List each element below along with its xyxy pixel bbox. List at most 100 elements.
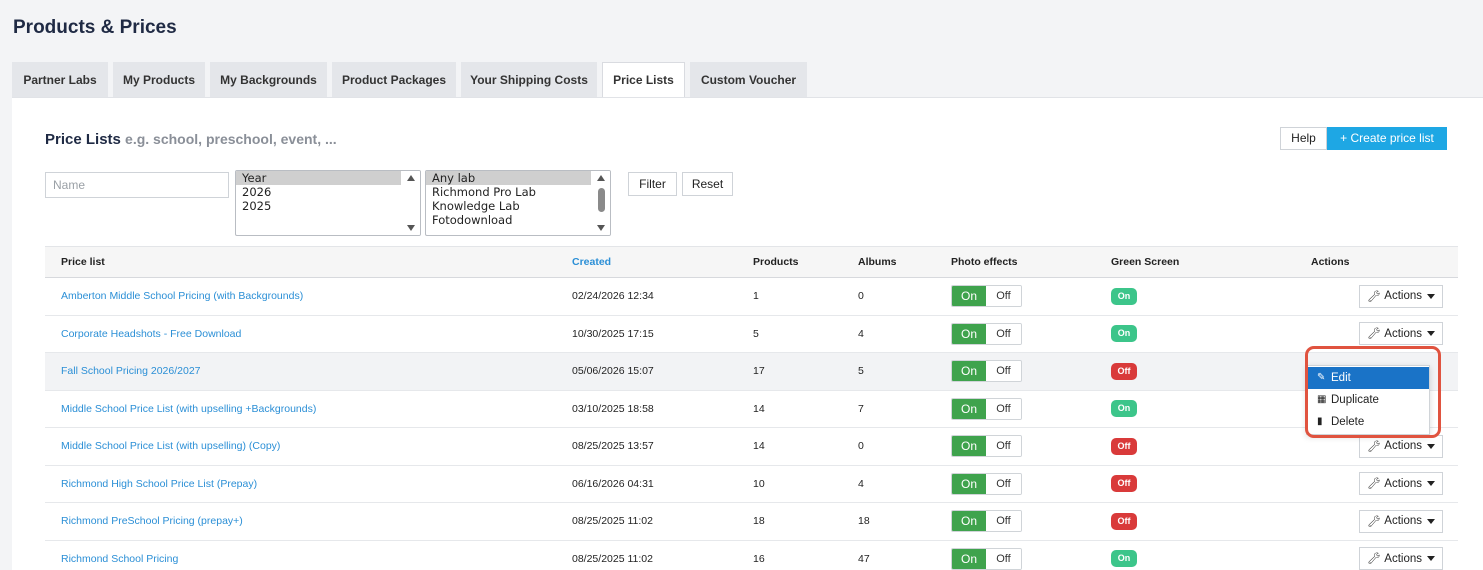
price-list-name-cell: Middle School Price List (with upselling…	[45, 427, 572, 466]
reset-button[interactable]: Reset	[682, 172, 733, 196]
year-option[interactable]: 2025	[236, 199, 420, 213]
photo-effects-toggle[interactable]: On Off	[951, 547, 1022, 570]
green-screen-badge[interactable]: Off	[1111, 512, 1137, 530]
photo-effects-toggle[interactable]: On Off	[951, 510, 1022, 533]
photo-effects-cell: On Off	[951, 352, 1111, 391]
photo-effects-toggle[interactable]: On Off	[951, 285, 1022, 308]
table-row: Middle School Price List (with upselling…	[45, 390, 1458, 428]
products-cell: 10	[753, 465, 858, 503]
toggle-off[interactable]: Off	[986, 323, 1021, 344]
products-cell: 1	[753, 277, 858, 316]
toggle-off[interactable]: Off	[986, 548, 1021, 569]
green-screen-badge[interactable]: On	[1111, 550, 1137, 568]
price-list-name-cell: Amberton Middle School Pricing (with Bac…	[45, 277, 572, 316]
name-filter-input[interactable]	[45, 172, 229, 198]
green-screen-cell: Off	[1111, 352, 1311, 391]
help-button[interactable]: Help	[1280, 127, 1327, 150]
albums-cell: 7	[858, 390, 951, 428]
filter-button[interactable]: Filter	[628, 172, 677, 196]
year-listbox[interactable]: Year 2026 2025	[235, 170, 421, 236]
toggle-on[interactable]: On	[952, 473, 986, 494]
price-list-link[interactable]: Corporate Headshots - Free Download	[61, 328, 241, 340]
green-screen-badge[interactable]: On	[1111, 325, 1137, 343]
created-cell: 10/30/2025 17:15	[572, 315, 753, 353]
products-cell: 14	[753, 390, 858, 428]
price-list-link[interactable]: Richmond School Pricing	[61, 553, 178, 565]
green-screen-cell: Off	[1111, 502, 1311, 541]
tab-price-lists[interactable]: Price Lists	[602, 62, 685, 98]
green-screen-badge[interactable]: On	[1111, 400, 1137, 418]
toggle-off[interactable]: Off	[986, 398, 1021, 419]
actions-button[interactable]: 🔧︎ Actions	[1359, 472, 1443, 496]
toggle-on[interactable]: On	[952, 548, 986, 569]
green-screen-badge[interactable]: Off	[1111, 475, 1137, 493]
products-cell: 17	[753, 352, 858, 391]
toggle-off[interactable]: Off	[986, 511, 1021, 532]
caret-down-icon	[1427, 293, 1435, 299]
content-panel: Price Lists e.g. school, preschool, even…	[12, 97, 1483, 570]
photo-effects-toggle[interactable]: On Off	[951, 322, 1022, 345]
photo-effects-toggle[interactable]: On Off	[951, 472, 1022, 495]
tab-custom-voucher[interactable]: Custom Voucher	[690, 62, 807, 97]
green-screen-badge[interactable]: Off	[1111, 437, 1137, 455]
col-price-list: Price list	[45, 246, 572, 278]
lab-listbox[interactable]: Any lab Richmond Pro Lab Knowledge Lab F…	[425, 170, 611, 236]
price-list-link[interactable]: Richmond High School Price List (Prepay)	[61, 478, 257, 490]
toggle-off[interactable]: Off	[986, 286, 1021, 307]
wrench-icon: 🔧︎	[1367, 440, 1382, 453]
toggle-off[interactable]: Off	[986, 436, 1021, 457]
photo-effects-toggle[interactable]: On Off	[951, 397, 1022, 420]
create-price-list-button[interactable]: + Create price list	[1327, 127, 1447, 150]
green-screen-cell: Off	[1111, 465, 1311, 503]
price-list-link[interactable]: Fall School Pricing 2026/2027	[61, 365, 201, 377]
price-list-name-cell: Fall School Pricing 2026/2027	[45, 352, 572, 391]
lab-scrollbar[interactable]	[593, 171, 610, 235]
photo-effects-cell: On Off	[951, 540, 1111, 570]
toggle-off[interactable]: Off	[986, 361, 1021, 382]
photo-effects-toggle[interactable]: On Off	[951, 435, 1022, 458]
toggle-on[interactable]: On	[952, 436, 986, 457]
actions-button[interactable]: 🔧︎ Actions	[1359, 284, 1443, 308]
year-scrollbar[interactable]	[403, 171, 420, 235]
lab-option[interactable]: Any lab	[426, 171, 591, 185]
actions-label: Actions	[1384, 440, 1422, 453]
year-option[interactable]: Year	[236, 171, 401, 185]
price-list-link[interactable]: Richmond PreSchool Pricing (prepay+)	[61, 515, 243, 527]
price-list-link[interactable]: Amberton Middle School Pricing (with Bac…	[61, 290, 303, 302]
table-header-row: Price list Created Products Albums Photo…	[45, 246, 1458, 278]
toggle-on[interactable]: On	[952, 361, 986, 382]
actions-button[interactable]: 🔧︎ Actions	[1359, 434, 1443, 458]
photo-effects-toggle[interactable]: On Off	[951, 360, 1022, 383]
toggle-on[interactable]: On	[952, 323, 986, 344]
year-option[interactable]: 2026	[236, 185, 420, 199]
col-created[interactable]: Created	[572, 246, 753, 278]
lab-option[interactable]: Knowledge Lab	[426, 199, 610, 213]
tab-my-backgrounds[interactable]: My Backgrounds	[210, 62, 327, 97]
toggle-on[interactable]: On	[952, 286, 986, 307]
toggle-on[interactable]: On	[952, 398, 986, 419]
table-row: Middle School Price List (with upselling…	[45, 427, 1458, 466]
lab-option[interactable]: Fotodownload	[426, 213, 610, 227]
actions-button[interactable]: 🔧︎ Actions	[1359, 509, 1443, 533]
col-products: Products	[753, 246, 858, 278]
actions-button[interactable]: 🔧︎ Actions	[1359, 547, 1443, 570]
price-list-link[interactable]: Middle School Price List (with upselling…	[61, 403, 316, 415]
tab-partner-labs[interactable]: Partner Labs	[12, 62, 108, 97]
col-green-screen: Green Screen	[1111, 246, 1311, 278]
actions-button[interactable]: 🔧︎ Actions	[1359, 322, 1443, 346]
green-screen-badge[interactable]: Off	[1111, 362, 1137, 380]
col-albums: Albums	[858, 246, 951, 278]
tab-product-packages[interactable]: Product Packages	[332, 62, 456, 97]
toggle-off[interactable]: Off	[986, 473, 1021, 494]
section-title-text: Price Lists	[45, 131, 121, 148]
tab-shipping-costs[interactable]: Your Shipping Costs	[461, 62, 597, 97]
green-screen-badge[interactable]: On	[1111, 287, 1137, 305]
table-row: Richmond High School Price List (Prepay)…	[45, 465, 1458, 503]
created-cell: 08/25/2025 11:02	[572, 502, 753, 541]
toggle-on[interactable]: On	[952, 511, 986, 532]
price-list-link[interactable]: Middle School Price List (with upselling…	[61, 440, 280, 452]
lab-option[interactable]: Richmond Pro Lab	[426, 185, 610, 199]
green-screen-cell: On	[1111, 390, 1311, 428]
tab-my-products[interactable]: My Products	[113, 62, 205, 97]
table-row: Richmond PreSchool Pricing (prepay+) 08/2…	[45, 502, 1458, 541]
